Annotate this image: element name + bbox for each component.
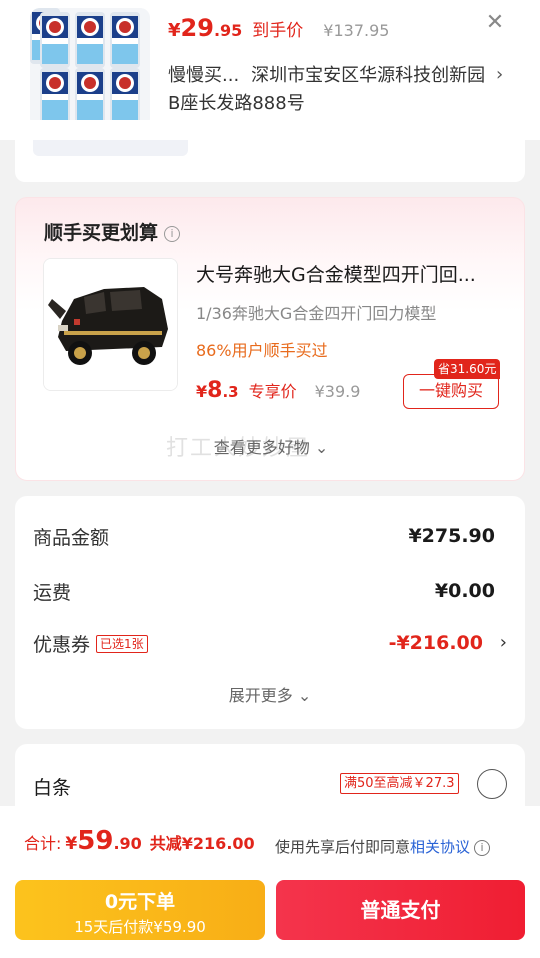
coupon-selected-tag: 已选1张 [96, 635, 148, 653]
price-integer: 29 [180, 14, 214, 42]
price-currency: ¥ [168, 20, 181, 41]
addon-title: 顺手买更划算 i [44, 218, 181, 245]
partial-card-element [33, 140, 188, 156]
addon-card: 顺手买更划算 i 大号奔驰大G合金模型四开门回... 1/36奔驰大G合金四开门回… [15, 197, 525, 481]
price-decimal: .95 [213, 21, 243, 40]
addon-price: ¥ 8 .3 专享价 ¥39.9 [196, 378, 360, 403]
price-tag: 到手价 [252, 21, 304, 41]
chevron-right-icon[interactable]: › [500, 632, 507, 653]
product-thumbnail[interactable] [30, 8, 150, 128]
see-more-link[interactable]: 查看更多好物 ⌄ [16, 434, 526, 458]
close-icon[interactable]: ✕ [484, 12, 506, 34]
baitiao-radio[interactable] [477, 769, 507, 799]
zero-yuan-order-button[interactable]: 0元下单 15天后付款¥59.90 [15, 880, 265, 940]
zero-order-subtitle: 15天后付款¥59.90 [74, 918, 206, 936]
summary-label: 商品金额 [33, 527, 110, 549]
partial-card [15, 120, 525, 182]
total-integer: 59 [77, 826, 114, 856]
agreement-link[interactable]: 相关协议 [410, 838, 470, 856]
addon-product-name[interactable]: 大号奔驰大G合金模型四开门回... [196, 260, 506, 287]
beer-cans-image [30, 8, 150, 128]
addon-original-price: ¥39.9 [314, 382, 361, 401]
addon-price-decimal: .3 [222, 383, 239, 401]
normal-pay-button[interactable]: 普通支付 [276, 880, 525, 940]
recipient-name: 慢慢买... [168, 65, 240, 86]
info-icon[interactable]: i [474, 840, 491, 856]
total-decimal: .90 [113, 834, 142, 853]
agreement-prefix: 使用先享后付即同意 [275, 838, 411, 856]
total-label: 合计: [24, 834, 62, 853]
order-total: 合计: ¥ 59 .90 共减¥216.00 [24, 826, 255, 856]
summary-value: ¥275.90 [408, 525, 495, 547]
agreement-text: 使用先享后付即同意相关协议 i [275, 836, 491, 857]
savings-badge: 省31.60元 [434, 359, 501, 379]
baitiao-option[interactable]: 白条 满50至高减￥27.3 [15, 744, 525, 814]
price-summary-card: 商品金额 ¥275.90 运费 ¥0.00 优惠券 已选1张 -¥216.00 ›… [15, 496, 525, 729]
summary-row-coupon[interactable]: 优惠券 已选1张 -¥216.00 › [33, 630, 507, 660]
addon-product-spec: 1/36奔驰大G合金四开门回力模型 [196, 304, 437, 323]
product-price: ¥ 29 .95 到手价 ¥137.95 [168, 14, 389, 42]
total-saved: 共减¥216.00 [149, 834, 255, 853]
addon-price-currency: ¥ [196, 382, 208, 401]
payment-bar: 合计: ¥ 59 .90 共减¥216.00 使用先享后付即同意相关协议 i 0元… [0, 806, 540, 958]
summary-row-shipping: 运费 ¥0.00 [33, 578, 507, 608]
expand-more-link[interactable]: 展开更多 ⌄ [15, 682, 525, 706]
one-click-buy-button[interactable]: 一键购买 [403, 374, 499, 409]
addon-popularity: 86%用户顺手买过 [196, 341, 328, 360]
summary-row-goods-amount: 商品金额 ¥275.90 [33, 523, 507, 553]
shipping-address[interactable]: 慢慢买... 深圳市宝安区华源科技创新园B座长发路888号 [168, 62, 488, 118]
coupon-label-text: 优惠券 [33, 634, 91, 656]
addon-product-image[interactable] [43, 258, 178, 391]
zero-order-title: 0元下单 [104, 891, 176, 913]
order-header: ¥ 29 .95 到手价 ¥137.95 ✕ 慢慢买... 深圳市宝安区华源科技创… [0, 0, 540, 140]
summary-label: 运费 [33, 582, 72, 604]
addon-title-text: 顺手买更划算 [44, 222, 159, 244]
original-price: ¥137.95 [323, 21, 390, 40]
chevron-right-icon[interactable]: › [496, 64, 503, 85]
summary-value: -¥216.00 [388, 632, 483, 654]
total-currency: ¥ [65, 834, 78, 854]
info-icon[interactable]: i [164, 226, 181, 242]
toy-car-image [44, 259, 177, 390]
summary-label: 优惠券 已选1张 [33, 630, 148, 657]
addon-price-tag: 专享价 [248, 382, 297, 401]
addon-price-integer: 8 [207, 378, 223, 403]
baitiao-label: 白条 [33, 777, 72, 799]
summary-value: ¥0.00 [434, 580, 495, 602]
baitiao-promo-badge: 满50至高减￥27.3 [340, 773, 459, 794]
